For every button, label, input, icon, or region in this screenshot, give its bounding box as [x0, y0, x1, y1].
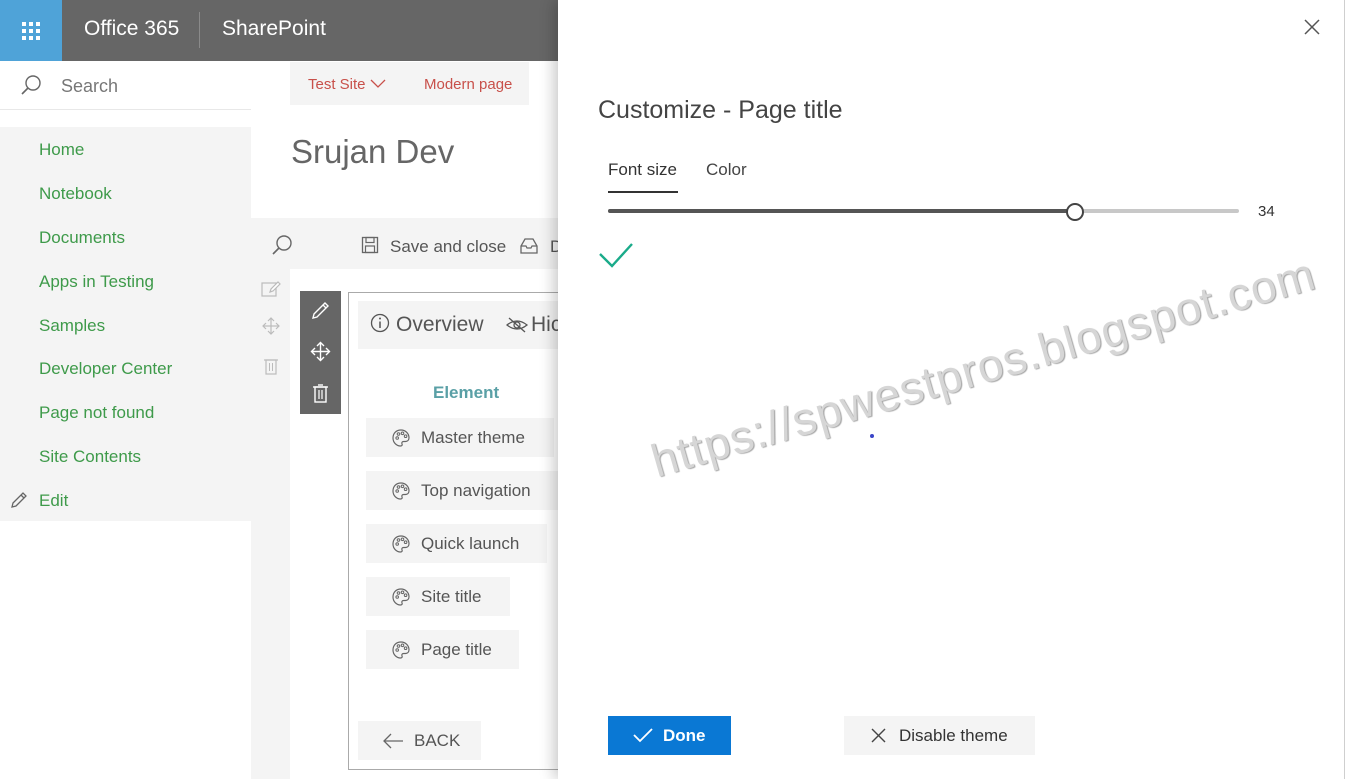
- checkmark-icon: [633, 728, 653, 743]
- nav-modern-page[interactable]: Modern page: [424, 76, 512, 93]
- quick-launch-label: Quick launch: [421, 533, 520, 553]
- tab-font-size[interactable]: Font size: [608, 160, 677, 180]
- loading-dot: [870, 434, 874, 438]
- element-heading: Element: [433, 383, 500, 402]
- move-webpart-icon[interactable]: [310, 341, 331, 362]
- nav-test-site[interactable]: Test Site: [308, 76, 366, 93]
- delete-webpart-icon[interactable]: [310, 383, 331, 404]
- quick-launch-button[interactable]: Quick launch: [366, 524, 547, 563]
- done-button[interactable]: Done: [608, 716, 731, 755]
- search-box[interactable]: Search: [0, 61, 251, 110]
- nav-item-site-contents[interactable]: Site Contents: [39, 447, 141, 467]
- save-and-close-button[interactable]: Save and close: [390, 237, 506, 257]
- search-icon: [21, 75, 41, 95]
- nav-item-documents[interactable]: Documents: [39, 228, 125, 248]
- master-theme-label: Master theme: [421, 427, 525, 447]
- nav-item-developer-center[interactable]: Developer Center: [39, 359, 172, 379]
- palette-icon: [392, 428, 410, 447]
- hide-icon: [506, 317, 528, 333]
- panel-title: Customize - Page title: [598, 96, 843, 124]
- slider-fill: [608, 209, 1075, 213]
- top-navigation-label: Top navigation: [421, 480, 531, 500]
- palette-icon: [392, 534, 410, 553]
- done-label: Done: [663, 726, 706, 745]
- page-title-label: Page title: [421, 639, 492, 659]
- master-theme-button[interactable]: Master theme: [366, 418, 554, 457]
- checkmark-icon: [599, 243, 633, 268]
- tab-color[interactable]: Color: [706, 160, 747, 180]
- app-launcher-button[interactable]: [0, 0, 62, 61]
- nav-item-page-not-found[interactable]: Page not found: [39, 403, 154, 423]
- page-title-button[interactable]: Page title: [366, 630, 519, 669]
- tab-overview[interactable]: Overview: [396, 313, 484, 337]
- delete-section-icon[interactable]: [261, 356, 281, 376]
- palette-icon: [392, 481, 410, 500]
- info-icon: [370, 313, 390, 333]
- arrow-left-icon: [383, 733, 403, 749]
- app-launcher-icon: [22, 21, 40, 40]
- search-input[interactable]: Search: [61, 76, 118, 97]
- page: Office 365 SharePoint Search Home Notebo…: [0, 0, 1345, 779]
- top-navigation-button[interactable]: Top navigation: [366, 471, 558, 510]
- back-label: BACK: [414, 731, 461, 750]
- font-size-slider[interactable]: [608, 209, 1239, 213]
- site-title[interactable]: Srujan Dev: [291, 133, 454, 171]
- active-tab-underline: [608, 191, 678, 193]
- slider-thumb[interactable]: [1065, 203, 1084, 221]
- nav-item-notebook[interactable]: Notebook: [39, 184, 112, 204]
- pencil-icon: [11, 492, 27, 508]
- nav-item-apps-in-testing[interactable]: Apps in Testing: [39, 272, 154, 292]
- discard-icon: [520, 238, 538, 254]
- nav-item-home[interactable]: Home: [39, 140, 84, 160]
- save-icon: [361, 236, 379, 254]
- nav-item-samples[interactable]: Samples: [39, 316, 105, 336]
- sharepoint-app-name[interactable]: SharePoint: [222, 17, 326, 41]
- move-section-icon[interactable]: [261, 316, 281, 336]
- site-title-button[interactable]: Site title: [366, 577, 510, 616]
- edit-section-icon[interactable]: [261, 279, 281, 299]
- close-icon[interactable]: [1302, 17, 1322, 37]
- edit-webpart-icon[interactable]: [310, 300, 331, 321]
- palette-icon: [392, 640, 410, 659]
- quick-launch-nav: Home Notebook Documents Apps in Testing …: [0, 127, 251, 521]
- back-button[interactable]: BACK: [358, 721, 481, 760]
- office-365-brand[interactable]: Office 365: [84, 17, 179, 41]
- chevron-down-icon[interactable]: [370, 79, 386, 89]
- webpart-toolbar: [300, 291, 341, 414]
- close-icon: [871, 728, 886, 743]
- tab-hide[interactable]: Hic: [531, 313, 561, 337]
- palette-icon: [392, 587, 410, 606]
- search-icon[interactable]: [271, 234, 293, 256]
- disable-theme-label: Disable theme: [899, 726, 1008, 745]
- suite-bar-divider: [199, 12, 200, 48]
- slider-value: 34: [1258, 203, 1275, 220]
- disable-theme-button[interactable]: Disable theme: [844, 716, 1035, 755]
- nav-edit-link[interactable]: Edit: [39, 491, 68, 511]
- site-title-label: Site title: [421, 586, 482, 606]
